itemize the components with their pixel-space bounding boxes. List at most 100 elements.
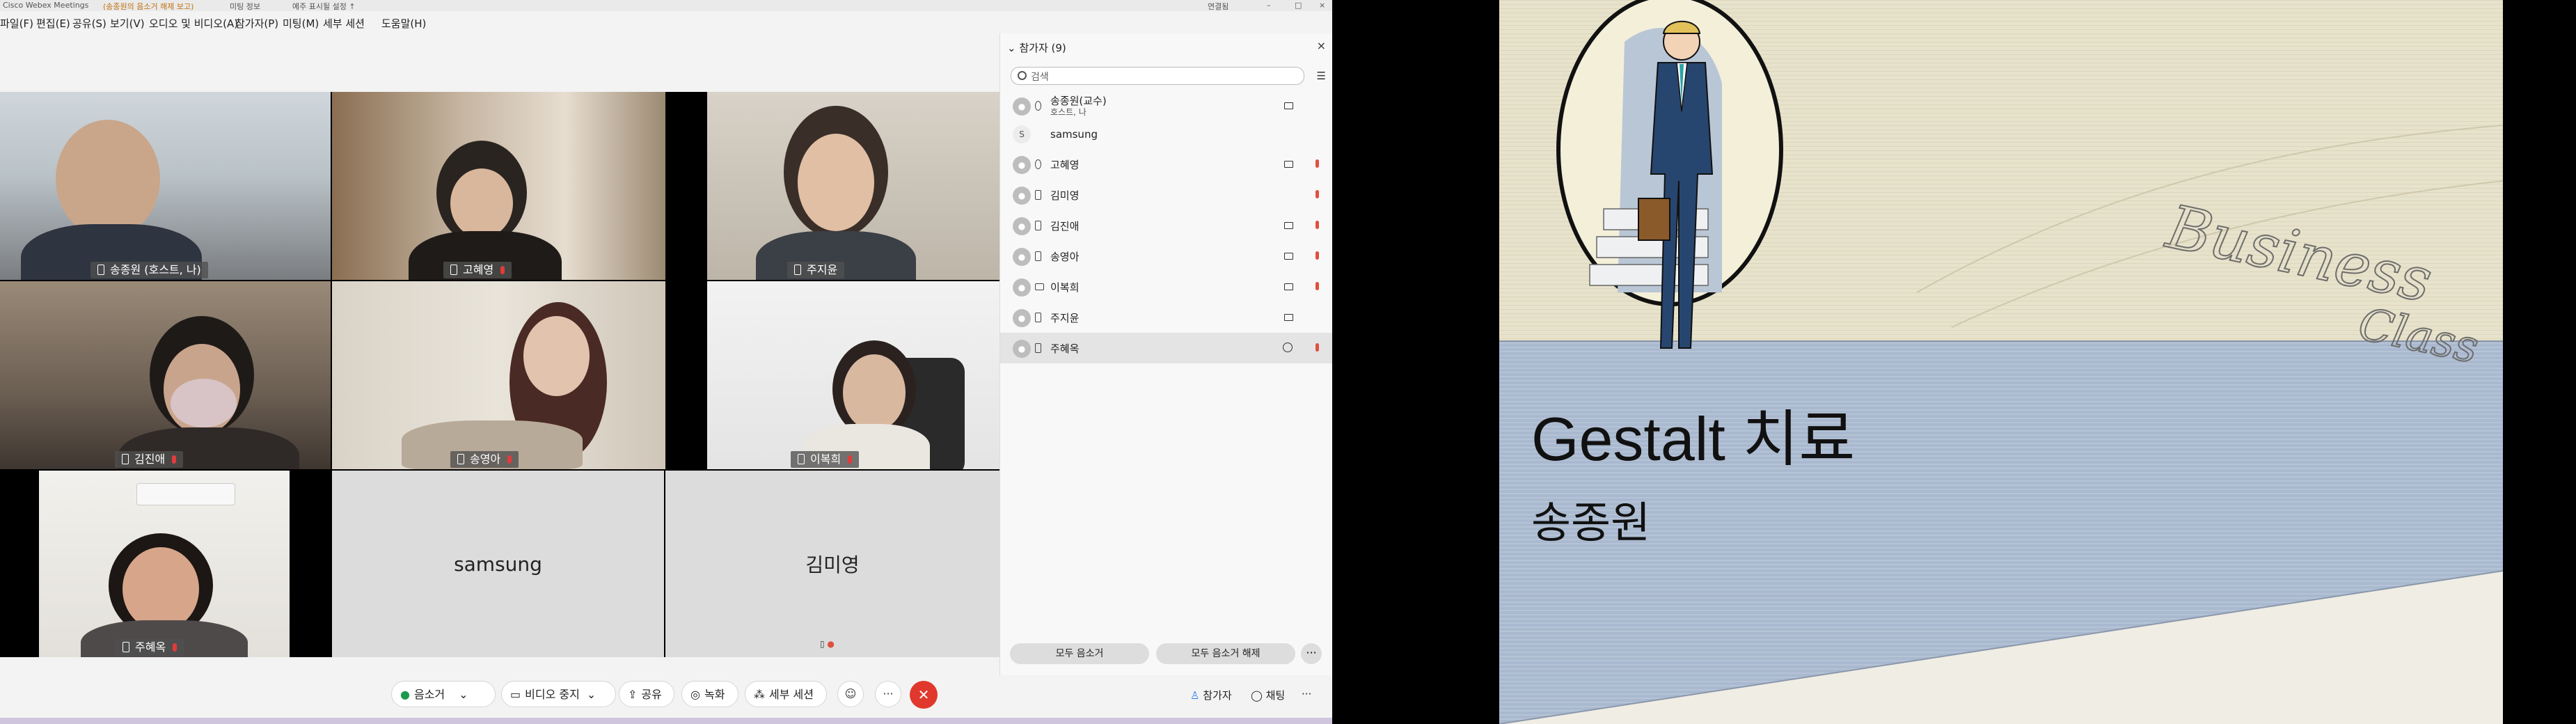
video-tile[interactable]: 송영아 bbox=[332, 281, 665, 469]
menu-audio-video[interactable]: 오디오 및 비디오(A) bbox=[149, 16, 238, 31]
menu-view[interactable]: 보기(V) bbox=[110, 16, 145, 31]
menu-file[interactable]: 파일(F) bbox=[0, 16, 33, 31]
close-window-button[interactable]: × bbox=[1319, 1, 1325, 10]
participant-row[interactable]: ● 송영아 bbox=[1000, 241, 1332, 272]
mute-button[interactable]: ● 음소거 ⌄ bbox=[391, 681, 496, 707]
participant-row-selected[interactable]: ● 주혜옥 bbox=[1000, 333, 1332, 363]
participant-name: 이복희 bbox=[1050, 281, 1080, 294]
os-taskbar bbox=[0, 718, 1332, 724]
menu-meeting[interactable]: 미팅(M) bbox=[283, 16, 319, 31]
participant-row[interactable]: S samsung bbox=[1000, 121, 1332, 148]
avatar: ● bbox=[1013, 248, 1031, 266]
chat-icon[interactable] bbox=[1283, 343, 1293, 352]
shared-slide: Business Class Gestalt 치료 송종원 bbox=[1499, 0, 2503, 724]
participant-row[interactable]: ● 이복희 bbox=[1000, 272, 1332, 302]
menu-help[interactable]: 도움말(H) bbox=[381, 16, 426, 31]
reactions-icon[interactable]: ☺ bbox=[837, 681, 864, 707]
mute-all-button[interactable]: 모두 음소거 bbox=[1010, 643, 1149, 664]
participant-name: 송영아 bbox=[1050, 251, 1080, 263]
menu-share[interactable]: 공유(S) bbox=[72, 16, 106, 31]
unmute-all-button[interactable]: 모두 음소거 해제 bbox=[1156, 643, 1295, 664]
camera-icon bbox=[1284, 161, 1293, 168]
search-input[interactable]: 검색 bbox=[1011, 67, 1304, 85]
menu-edit[interactable]: 편집(E) bbox=[36, 16, 70, 31]
avatar: ● bbox=[1013, 187, 1031, 205]
participant-row[interactable]: ● 김미영 bbox=[1000, 180, 1332, 210]
video-tile[interactable]: 김진애 bbox=[0, 281, 331, 469]
computer-icon bbox=[1035, 283, 1044, 290]
share-button[interactable]: ⇪ 공유 bbox=[619, 681, 674, 707]
mic-muted-icon[interactable] bbox=[1315, 221, 1319, 229]
menu-participants[interactable]: 참가자(P) bbox=[235, 16, 278, 31]
phone-icon bbox=[1035, 251, 1041, 261]
participant-row[interactable]: ● 김진애 bbox=[1000, 210, 1332, 241]
video-tile[interactable]: 주혜옥 bbox=[39, 471, 290, 657]
mic-muted-icon[interactable] bbox=[1315, 282, 1319, 290]
sort-list-icon[interactable]: ☰ bbox=[1317, 70, 1326, 82]
video-tile[interactable]: 송종원 (호스트, 나) bbox=[0, 92, 331, 280]
tile-big-name: 김미영 bbox=[805, 553, 860, 576]
tile-name-tag: 송영아 bbox=[450, 451, 519, 468]
menu-breakout[interactable]: 세부 세션 bbox=[323, 16, 365, 31]
stop-video-button[interactable]: ▭ 비디오 중지 ⌄ bbox=[501, 681, 616, 707]
maximize-button[interactable]: □ bbox=[1295, 1, 1302, 10]
webex-window: Cisco Webex Meetings (송종원의 음소거 해제 보고) 미팅… bbox=[0, 0, 1332, 724]
mic-muted-icon[interactable] bbox=[1315, 159, 1319, 168]
more-options-icon[interactable]: ··· bbox=[1301, 643, 1322, 664]
meeting-info-link[interactable]: 미팅 정보 bbox=[230, 1, 260, 12]
window-extra: 예주 표시될 설정 ↑ bbox=[292, 2, 356, 11]
video-tile-no-video[interactable]: samsung bbox=[332, 471, 664, 657]
more-options-icon[interactable]: ··· bbox=[1302, 688, 1311, 700]
participant-name: 주지윤 bbox=[1050, 312, 1080, 324]
tile-name-tag: 주지윤 bbox=[787, 262, 845, 278]
connection-status: 연결됨 bbox=[1208, 2, 1229, 11]
chat-button[interactable]: ◯ 채팅 bbox=[1251, 688, 1285, 702]
video-tile[interactable]: 고혜영 bbox=[332, 92, 665, 280]
record-button[interactable]: ◎ 녹화 bbox=[681, 681, 738, 707]
camera-icon: ▭ bbox=[510, 688, 521, 701]
panel-title[interactable]: ⌄ 참가자 (9) bbox=[1007, 40, 1066, 55]
participant-row[interactable]: ● 고혜영 bbox=[1000, 149, 1332, 180]
tile-name-tag: 주혜옥 bbox=[116, 639, 184, 656]
avatar: ● bbox=[1013, 217, 1031, 235]
person-icon: ♙ bbox=[1190, 689, 1200, 702]
tile-name-tag: 송종원 (호스트, 나) bbox=[90, 262, 208, 278]
app-title: Cisco Webex Meetings bbox=[3, 1, 89, 10]
video-tile[interactable]: 주지윤 bbox=[707, 92, 999, 280]
phone-icon bbox=[1035, 190, 1041, 200]
video-tile-no-video[interactable]: 김미영 ▯ ● bbox=[665, 471, 999, 657]
phone-icon bbox=[1035, 313, 1041, 322]
phone-icon bbox=[1035, 343, 1041, 353]
participant-row[interactable]: ● 주지윤 bbox=[1000, 302, 1332, 333]
chevron-down-icon: ⌄ bbox=[459, 688, 468, 701]
video-tile[interactable]: 이복희 bbox=[707, 281, 999, 469]
close-icon[interactable]: × bbox=[1317, 39, 1326, 52]
black-divider bbox=[1332, 0, 1499, 724]
mic-muted-icon[interactable] bbox=[1315, 190, 1319, 198]
avatar: ● bbox=[1013, 340, 1031, 358]
slide-background: Business Class bbox=[1499, 0, 2503, 724]
video-grid: 송종원 (호스트, 나) 고혜영 주지윤 김진애 송영아 이복희 주혜옥 sam… bbox=[0, 92, 999, 657]
device-icon bbox=[1035, 101, 1041, 111]
share-icon: ⇪ bbox=[628, 688, 638, 701]
participants-button[interactable]: ♙ 참가자 bbox=[1190, 688, 1232, 702]
avatar: ● bbox=[1013, 309, 1031, 327]
mic-muted-icon[interactable] bbox=[1315, 343, 1319, 352]
more-icon[interactable]: ··· bbox=[875, 681, 901, 707]
chat-icon: ◯ bbox=[1251, 689, 1263, 702]
mic-muted-icon[interactable] bbox=[1315, 251, 1319, 260]
participant-name: 고혜영 bbox=[1050, 159, 1080, 171]
tile-name-tag: 이복희 bbox=[791, 451, 860, 468]
breakout-session-button[interactable]: ⁂ 세부 세션 bbox=[745, 681, 827, 707]
camera-icon bbox=[1284, 222, 1293, 229]
black-margin bbox=[2503, 0, 2576, 724]
participant-row[interactable]: ● 송종원(교수) 호스트, 나 bbox=[1000, 90, 1332, 121]
participant-name: 주혜옥 bbox=[1050, 343, 1080, 355]
menu-bar: 파일(F) 편집(E) 공유(S) 보기(V) 오디오 및 비디오(A) 참가자… bbox=[0, 12, 1332, 31]
avatar: ● bbox=[1013, 156, 1031, 174]
minimize-button[interactable]: – bbox=[1267, 1, 1271, 10]
device-mic-indicator: ▯ ● bbox=[820, 639, 835, 649]
breakout-icon: ⁂ bbox=[754, 688, 765, 701]
end-call-button[interactable]: ✕ bbox=[910, 681, 938, 709]
camera-icon bbox=[1284, 102, 1293, 109]
